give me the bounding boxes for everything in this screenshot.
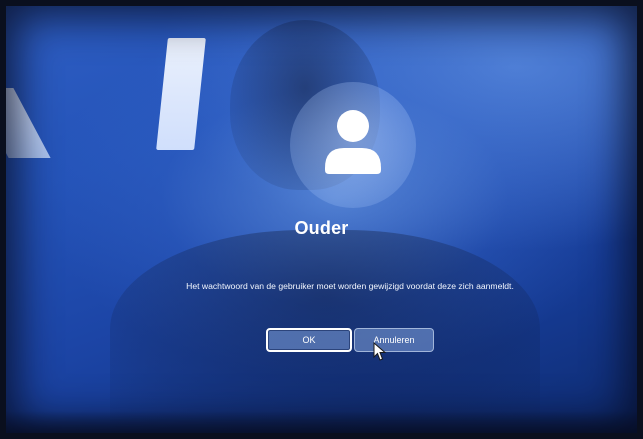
user-avatar-icon xyxy=(325,110,381,174)
light-reflection xyxy=(156,38,206,150)
cancel-button[interactable]: Annuleren xyxy=(354,328,434,352)
ok-button[interactable]: OK xyxy=(266,328,352,352)
login-screen: Ouder Het wachtwoord van de gebruiker mo… xyxy=(0,0,643,439)
user-name: Ouder xyxy=(294,218,349,238)
password-change-message: Het wachtwoord van de gebruiker moet wor… xyxy=(186,281,514,291)
bottom-edge xyxy=(0,411,643,439)
mouse-pointer-icon xyxy=(373,342,387,361)
light-reflection xyxy=(0,88,51,158)
user-avatar xyxy=(290,82,416,208)
